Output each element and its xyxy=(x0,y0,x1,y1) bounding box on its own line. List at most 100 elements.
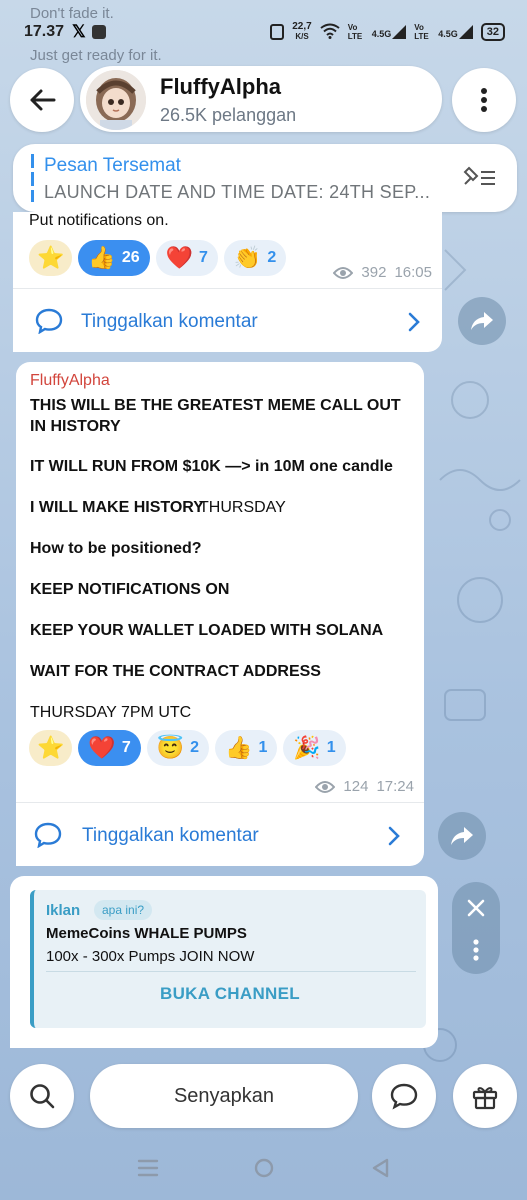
view-count: 392 xyxy=(361,264,387,281)
share-button[interactable] xyxy=(458,297,506,345)
more-options-button[interactable] xyxy=(452,68,516,132)
pinned-title: Pesan Tersemat xyxy=(44,155,181,176)
close-ad-button[interactable] xyxy=(452,890,500,926)
ad-info-badge[interactable]: apa ini? xyxy=(94,900,153,920)
reaction-thumbs-up[interactable]: 👍 1 xyxy=(215,730,278,766)
mute-button[interactable]: Senyapkan xyxy=(90,1064,358,1128)
battery-icon: 32 xyxy=(480,23,505,41)
status-notification-icons: 𝕏 xyxy=(72,22,106,42)
message-meta: 124 17:24 xyxy=(315,778,414,795)
comment-label: Tinggalkan komentar xyxy=(81,311,258,332)
reaction-count: 7 xyxy=(199,249,208,266)
message-line: How to be positioned? xyxy=(30,540,202,557)
pinned-message-bar[interactable]: Pesan Tersemat LAUNCH DATE AND TIME DATE… xyxy=(13,144,517,212)
heart-emoji-icon: ❤️ xyxy=(88,735,116,760)
channel-title: FluffyAlpha xyxy=(160,74,281,99)
notification-preview-line1: Don't fade it. xyxy=(30,5,114,22)
more-vertical-icon xyxy=(481,88,487,112)
ad-divider xyxy=(46,971,416,972)
reaction-clap[interactable]: 👏 2 xyxy=(223,240,287,276)
message-text: Put notifications on. xyxy=(29,212,169,229)
subscriber-count: 26.5K pelanggan xyxy=(160,105,297,125)
sim2-label: Vo LTE xyxy=(414,23,429,41)
nfc-icon xyxy=(270,24,285,40)
back-nav-icon[interactable] xyxy=(370,1157,390,1184)
ad-more-button[interactable] xyxy=(452,932,500,968)
reaction-heart[interactable]: ❤️ 7 xyxy=(78,730,141,766)
search-button[interactable] xyxy=(10,1064,74,1128)
channel-header[interactable]: FluffyAlpha 26.5K pelanggan xyxy=(80,66,442,132)
reaction-bar: ⭐ ❤️ 7 😇 2 👍 1 🎉 1 xyxy=(29,730,346,766)
chat-bubble-icon xyxy=(390,1083,418,1110)
recent-apps-icon[interactable] xyxy=(137,1158,159,1183)
message-meta: 392 16:05 xyxy=(333,264,432,281)
reaction-heart[interactable]: ❤️ 7 xyxy=(155,240,218,276)
notification-preview-line2: Just get ready for it. xyxy=(30,47,162,64)
share-button[interactable] xyxy=(438,812,486,860)
sponsored-message[interactable]: Iklan apa ini? MemeCoins WHALE PUMPS 100… xyxy=(10,876,438,1048)
message-line: KEEP YOUR WALLET LOADED WITH SOLANA xyxy=(30,622,384,639)
ad-side-controls xyxy=(452,882,500,974)
ad-label: Iklan xyxy=(46,902,81,919)
message-line: I WILL MAKE HISTORY xyxy=(30,499,204,516)
arrow-left-icon xyxy=(30,89,56,111)
eye-icon xyxy=(315,780,336,793)
thumbs-up-emoji-icon: 👍 xyxy=(88,245,116,270)
back-button[interactable] xyxy=(10,68,74,132)
gift-icon xyxy=(472,1087,498,1110)
star-emoji-icon: ⭐ xyxy=(37,245,65,270)
more-vertical-icon xyxy=(473,939,479,961)
angel-emoji-icon: 😇 xyxy=(156,735,185,760)
comment-button[interactable]: Tinggalkan komentar xyxy=(13,302,442,342)
channel-avatar[interactable] xyxy=(86,70,146,130)
star-emoji-icon: ⭐ xyxy=(37,735,65,760)
reaction-count: 1 xyxy=(326,739,336,756)
sponsored-card: Iklan apa ini? MemeCoins WHALE PUMPS 100… xyxy=(30,890,426,1028)
message-line: THURSDAY xyxy=(199,499,286,516)
message-bubble[interactable]: Put notifications on. ⭐ 👍 26 ❤️ 7 👏 2 392 1… xyxy=(13,212,442,352)
view-count: 124 xyxy=(343,778,369,795)
comment-label: Tinggalkan komentar xyxy=(82,825,259,846)
app-notification-icon xyxy=(91,25,106,39)
message-line: IT WILL RUN FROM $10K —> in 10M one cand… xyxy=(30,458,393,475)
eye-icon xyxy=(333,266,354,279)
pinned-indicator xyxy=(31,154,34,202)
comment-bubble-icon xyxy=(35,308,63,334)
reaction-count: 2 xyxy=(190,739,200,756)
chevron-right-icon xyxy=(388,826,400,846)
discussion-button[interactable] xyxy=(372,1064,436,1128)
sim1-signal-icon: 4.5G xyxy=(372,25,407,39)
reaction-party[interactable]: 🎉 1 xyxy=(283,730,346,766)
comment-divider xyxy=(13,288,442,289)
ad-title: MemeCoins WHALE PUMPS xyxy=(46,925,247,942)
message-time: 16:05 xyxy=(394,264,432,281)
pinned-list-icon[interactable] xyxy=(461,164,497,195)
status-right-icons: 22,7 K/S Vo LTE 4.5G Vo LTE 4.5G 32 xyxy=(270,22,505,42)
home-icon[interactable] xyxy=(253,1157,275,1184)
wifi-icon xyxy=(320,23,340,42)
close-icon xyxy=(467,899,485,917)
x-logo-icon: 𝕏 xyxy=(72,22,86,41)
comment-divider xyxy=(16,802,424,803)
reaction-count: 26 xyxy=(121,249,140,266)
chevron-right-icon xyxy=(408,312,420,332)
ad-description: 100x - 300x Pumps JOIN NOW xyxy=(46,948,255,965)
reaction-angel[interactable]: 😇 2 xyxy=(146,730,210,766)
clap-emoji-icon: 👏 xyxy=(233,245,262,270)
message-bubble[interactable]: FluffyAlpha THIS WILL BE THE GREATEST ME… xyxy=(16,362,424,866)
network-speed: 22,7 K/S xyxy=(292,21,312,42)
reaction-bar: ⭐ 👍 26 ❤️ 7 👏 2 xyxy=(29,240,287,276)
open-channel-button[interactable]: BUKA CHANNEL xyxy=(34,984,426,1004)
reaction-star[interactable]: ⭐ xyxy=(29,730,73,766)
status-bar: Don't fade it. Just get ready for it. 17… xyxy=(0,0,527,64)
reaction-count: 2 xyxy=(267,249,277,266)
reaction-thumbs-up[interactable]: 👍 26 xyxy=(78,240,150,276)
thumbs-up-emoji-icon: 👍 xyxy=(225,735,253,760)
reaction-star[interactable]: ⭐ xyxy=(29,240,73,276)
sim1-label: Vo LTE xyxy=(347,23,363,41)
gift-button[interactable] xyxy=(453,1064,517,1128)
comment-button[interactable]: Tinggalkan komentar xyxy=(16,816,424,856)
share-arrow-icon xyxy=(451,827,473,845)
party-popper-emoji-icon: 🎉 xyxy=(293,735,321,760)
message-line: WAIT FOR THE CONTRACT ADDRESS xyxy=(30,663,321,680)
